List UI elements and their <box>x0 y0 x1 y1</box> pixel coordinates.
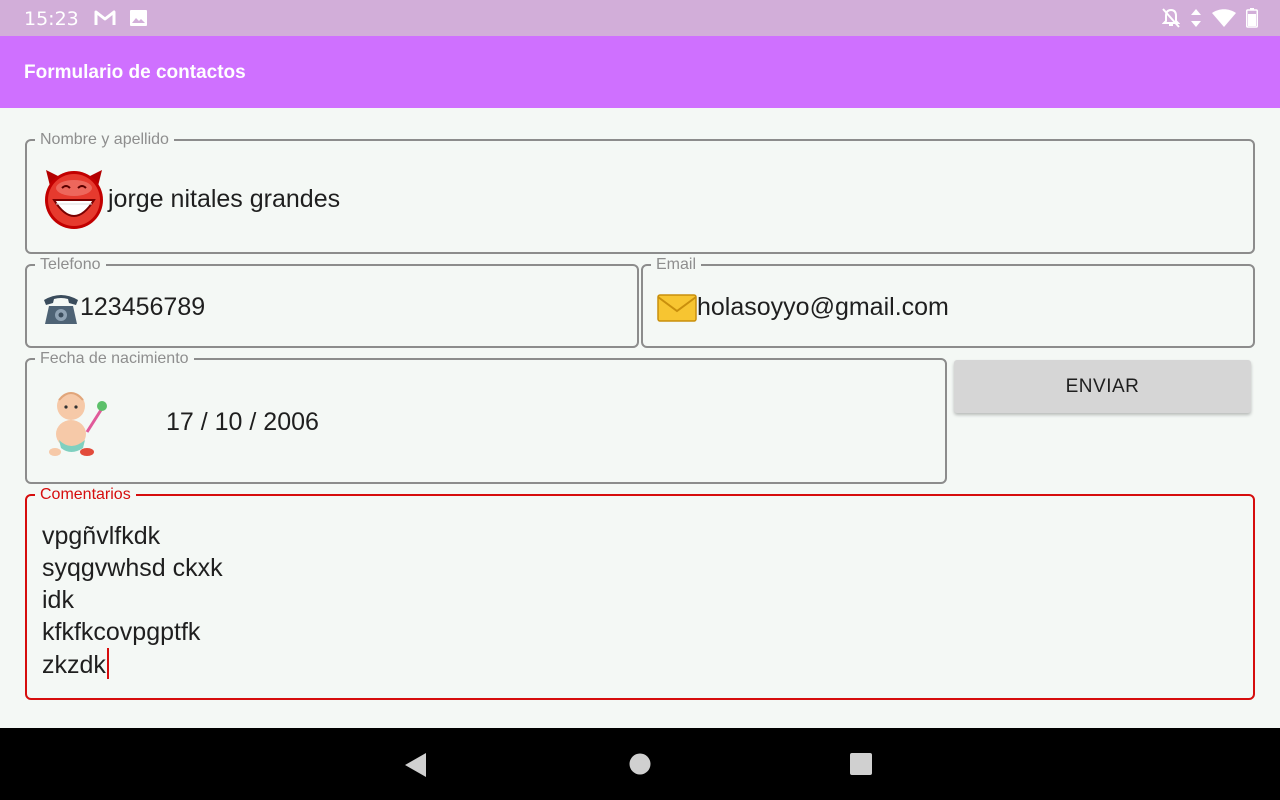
telephone-icon <box>44 295 78 324</box>
envelope-icon <box>657 294 697 322</box>
submit-button[interactable]: ENVIAR <box>954 360 1251 413</box>
status-time: 15:23 <box>24 8 79 30</box>
email-field-label: Email <box>656 256 697 273</box>
comment-line: idk <box>42 586 74 614</box>
home-icon[interactable] <box>629 753 651 775</box>
battery-icon <box>1246 8 1258 28</box>
wifi-icon <box>1212 9 1236 27</box>
comment-line: vpgñvlfkdk <box>42 522 161 550</box>
comments-field-label: Comentarios <box>40 486 131 503</box>
comment-line: syqgvwhsd ckxk <box>42 554 223 582</box>
comment-line: zkzdk <box>42 651 106 679</box>
comments-text[interactable]: vpgñvlfkdk syqgvwhsd ckxk idk kfkfkcovpg… <box>42 520 223 680</box>
status-icons <box>1162 8 1258 28</box>
gmail-icon <box>94 10 116 25</box>
birthdate-value[interactable]: 17 / 10 / 2006 <box>166 408 319 437</box>
email-value: holasoyyo@gmail.com <box>697 293 949 321</box>
birthdate-field[interactable]: Fecha de nacimiento <box>25 350 947 484</box>
recents-icon[interactable] <box>850 753 872 775</box>
status-bar: 15:23 <box>0 0 1280 36</box>
name-field-label: Nombre y apellido <box>40 131 169 148</box>
name-value: jorge nitales grandes <box>108 185 341 213</box>
back-icon[interactable] <box>404 752 428 778</box>
data-arrows-icon <box>1191 9 1201 27</box>
app-bar: Formulario de contactos <box>0 36 1280 108</box>
birthdate-field-label: Fecha de nacimiento <box>40 350 189 367</box>
navigation-bar <box>0 728 1280 800</box>
app-title: Formulario de contactos <box>24 62 246 83</box>
text-cursor <box>106 648 109 679</box>
devil-face-icon <box>45 170 103 229</box>
phone-field-label: Telefono <box>40 256 101 273</box>
comment-line: kfkfkcovpgptfk <box>42 618 201 646</box>
gallery-icon <box>130 10 147 26</box>
notifications-off-icon <box>1162 8 1180 28</box>
phone-value: 123456789 <box>80 293 206 321</box>
baby-icon <box>49 392 107 456</box>
